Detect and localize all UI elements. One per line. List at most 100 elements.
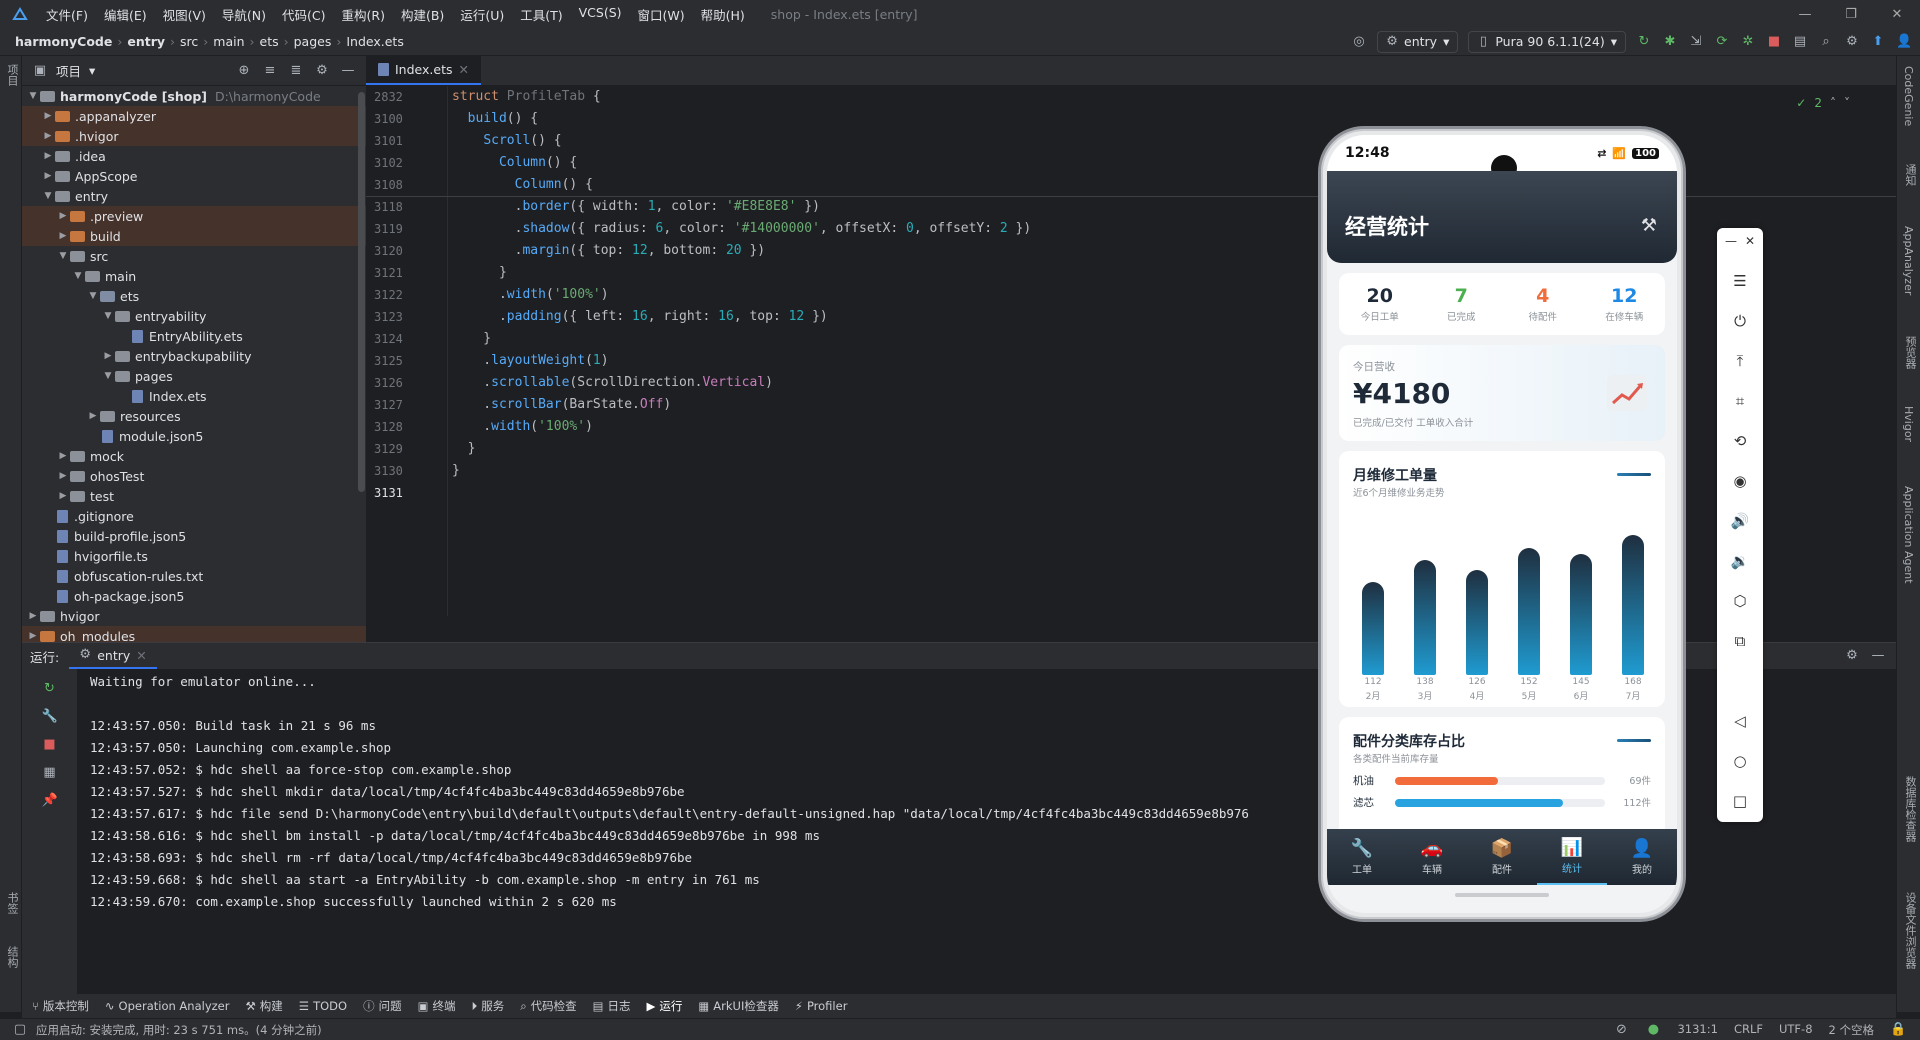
strip-structure[interactable]: 结构: [4, 946, 20, 968]
bar[interactable]: [1518, 548, 1540, 675]
tool-window-button[interactable]: ∿ Operation Analyzer: [105, 999, 230, 1013]
lock-icon[interactable]: 🔒: [1890, 1022, 1906, 1038]
tree-item[interactable]: module.json5: [22, 426, 366, 446]
revenue-card[interactable]: 今日营收 ¥4180 已完成/已交付 工单收入合计: [1339, 345, 1665, 441]
tree-item[interactable]: ▶ entrybackupability: [22, 346, 366, 366]
expand-all-icon[interactable]: ≡: [262, 63, 278, 79]
cursor-position[interactable]: 3131:1: [1677, 1022, 1717, 1038]
restore-icon[interactable]: ❐: [1828, 7, 1874, 22]
chevron-down-icon[interactable]: ▼: [101, 371, 115, 381]
code-line[interactable]: }: [452, 328, 1452, 350]
bar[interactable]: [1414, 560, 1436, 675]
chevron-down-icon[interactable]: ▼: [56, 251, 70, 261]
breadcrumb-item[interactable]: src: [177, 34, 201, 49]
stat-item[interactable]: 12 在修车辆: [1584, 285, 1666, 323]
tree-item[interactable]: ▶ .preview: [22, 206, 366, 226]
power-icon[interactable]: ⏻: [1717, 312, 1763, 330]
strip-device-file-browser[interactable]: 设备文件浏览器: [1902, 892, 1918, 969]
code-line[interactable]: [452, 482, 1452, 504]
strip-hvigor[interactable]: Hvigor: [1902, 406, 1915, 442]
part-row[interactable]: 机油 69件: [1353, 773, 1651, 787]
close-tab-icon[interactable]: ✕: [459, 62, 469, 77]
code-line[interactable]: build() {: [452, 108, 1452, 130]
tree-item[interactable]: obfuscation-rules.txt: [22, 566, 366, 586]
tree-item[interactable]: ▶ .hvigor: [22, 126, 366, 146]
breadcrumb-item[interactable]: pages: [291, 34, 335, 49]
app-tab-5[interactable]: 👤 我的: [1607, 829, 1677, 885]
strip-bookmarks[interactable]: 书签: [4, 892, 20, 914]
chevron-right-icon[interactable]: ▶: [56, 451, 70, 461]
home-indicator[interactable]: [1455, 893, 1549, 897]
chevron-down-icon[interactable]: ▼: [101, 311, 115, 321]
code-line[interactable]: Scroll() {: [452, 130, 1452, 152]
close-tab-icon[interactable]: ✕: [136, 648, 146, 663]
code-line[interactable]: .padding({ left: 16, right: 16, top: 12 …: [452, 306, 1452, 328]
gear-icon[interactable]: ⚙: [314, 63, 330, 79]
chevron-right-icon[interactable]: ▶: [41, 171, 55, 181]
no-sync-icon[interactable]: ⊘: [1613, 1022, 1629, 1038]
debug-icon[interactable]: ✱: [1662, 34, 1678, 50]
tools-icon[interactable]: ⚒: [1641, 215, 1657, 236]
bar[interactable]: [1362, 581, 1384, 675]
tree-item[interactable]: ▶ ohosTest: [22, 466, 366, 486]
tree-item[interactable]: ▼ src: [22, 246, 366, 266]
inspection-widget[interactable]: ✓ 2 ˄ ˅: [1796, 96, 1850, 110]
status-icon[interactable]: ▢: [12, 1022, 28, 1038]
code-line[interactable]: }: [452, 438, 1452, 460]
back-icon[interactable]: ◁: [1717, 712, 1763, 730]
chevron-right-icon[interactable]: ▶: [56, 471, 70, 481]
tree-item[interactable]: ▼ main: [22, 266, 366, 286]
collapse-all-icon[interactable]: ≣: [288, 63, 304, 79]
tree-item[interactable]: ▼ entry: [22, 186, 366, 206]
ok-icon[interactable]: ●: [1645, 1022, 1661, 1038]
tree-item[interactable]: .gitignore: [22, 506, 366, 526]
bug-icon[interactable]: ✲: [1740, 34, 1756, 50]
tree-item[interactable]: ▼ ets: [22, 286, 366, 306]
tree-item[interactable]: EntryAbility.ets: [22, 326, 366, 346]
code-line[interactable]: .width('100%'): [452, 284, 1452, 306]
chevron-down-icon[interactable]: ▼: [71, 271, 85, 281]
tree-item[interactable]: Index.ets: [22, 386, 366, 406]
layout-icon[interactable]: ▦: [42, 765, 58, 781]
wrench-icon[interactable]: 🔧: [42, 709, 58, 725]
chevron-right-icon[interactable]: ▶: [41, 151, 55, 161]
stop-icon[interactable]: ■: [42, 737, 58, 753]
code-line[interactable]: Column() {: [452, 174, 1452, 196]
stop-icon[interactable]: ■: [1766, 34, 1782, 50]
menu-item[interactable]: VCS(S): [571, 5, 630, 24]
chevron-right-icon[interactable]: ▶: [41, 131, 55, 141]
app-tab-1[interactable]: 🔧 工单: [1327, 829, 1397, 885]
rerun-icon[interactable]: ↻: [1636, 34, 1652, 50]
tree-item[interactable]: ▶ AppScope: [22, 166, 366, 186]
crop-icon[interactable]: ⌗: [1717, 392, 1763, 410]
code-line[interactable]: .scrollable(ScrollDirection.Vertical): [452, 372, 1452, 394]
tree-item[interactable]: ▶ .idea: [22, 146, 366, 166]
menu-item[interactable]: 代码(C): [274, 5, 333, 24]
menu-item[interactable]: 编辑(E): [96, 5, 155, 24]
code-line[interactable]: .margin({ top: 12, bottom: 20 }): [452, 240, 1452, 262]
menu-item[interactable]: 帮助(H): [693, 5, 753, 24]
close-icon[interactable]: ✕: [1717, 234, 1763, 248]
apply-changes-icon[interactable]: ⟳: [1714, 34, 1730, 50]
strip-project[interactable]: 项目: [4, 64, 20, 86]
pin-icon[interactable]: 📌: [42, 793, 58, 809]
bar[interactable]: [1570, 554, 1592, 675]
screenshot-icon[interactable]: ◉: [1717, 472, 1763, 490]
home-icon[interactable]: ○: [1717, 752, 1763, 770]
chevron-down-icon[interactable]: ▼: [86, 291, 100, 301]
line-ending[interactable]: CRLF: [1734, 1022, 1763, 1038]
chevron-up-icon[interactable]: ˄: [1830, 96, 1836, 110]
tree-item[interactable]: ▶ resources: [22, 406, 366, 426]
chevron-down-icon[interactable]: ▾: [89, 63, 95, 78]
stat-item[interactable]: 7 已完成: [1421, 285, 1503, 323]
chevron-right-icon[interactable]: ▶: [41, 111, 55, 121]
tree-item[interactable]: ▶ hvigor: [22, 606, 366, 626]
chevron-right-icon[interactable]: ▶: [56, 211, 70, 221]
strip-notifications[interactable]: 通知: [1902, 164, 1918, 186]
tool-window-button[interactable]: ⏵ 服务: [471, 998, 504, 1014]
code-line[interactable]: .width('100%'): [452, 416, 1452, 438]
project-panel-title[interactable]: 项目: [56, 61, 81, 80]
settings-icon[interactable]: ⚙: [1844, 34, 1860, 50]
stat-item[interactable]: 20 今日工单: [1339, 285, 1421, 323]
code-lines[interactable]: struct ProfileTab { build() { Scroll() {…: [452, 86, 1452, 504]
